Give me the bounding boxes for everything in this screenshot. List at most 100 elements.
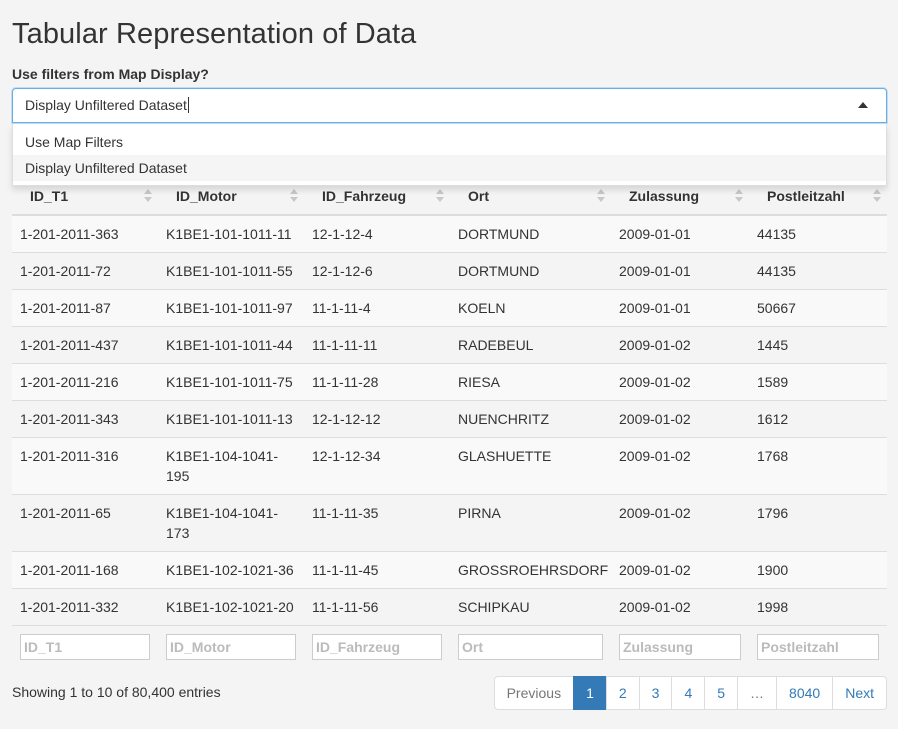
sort-icon xyxy=(735,189,743,203)
filter-input-id-fahrzeug[interactable] xyxy=(312,634,442,660)
filter-input-ort[interactable] xyxy=(458,634,603,660)
cell-zulassung: 2009-01-02 xyxy=(611,494,749,552)
cell-id-motor: K1BE1-101-1011-44 xyxy=(158,326,304,364)
cell-id-t1: 1-201-2011-332 xyxy=(12,588,158,626)
pagination-page-3[interactable]: 3 xyxy=(638,676,673,710)
table-row[interactable]: 1-201-2011-72 K1BE1-101-1011-55 12-1-12-… xyxy=(12,252,887,290)
page-title: Tabular Representation of Data xyxy=(12,18,417,50)
cell-ort: GROSSROEHRSDORF xyxy=(450,551,611,589)
table-row[interactable]: 1-201-2011-437 K1BE1-101-1011-44 11-1-11… xyxy=(12,326,887,364)
cell-id-t1: 1-201-2011-216 xyxy=(12,363,158,401)
sort-icon xyxy=(290,189,298,203)
cell-zulassung: 2009-01-02 xyxy=(611,437,749,495)
cell-zulassung: 2009-01-02 xyxy=(611,326,749,364)
table-row[interactable]: 1-201-2011-363 K1BE1-101-1011-11 12-1-12… xyxy=(12,214,887,253)
filter-cell xyxy=(304,625,450,668)
cell-ort: SCHIPKAU xyxy=(450,588,611,626)
pagination-next-button[interactable]: Next xyxy=(832,676,887,710)
cell-id-fahrzeug: 11-1-11-56 xyxy=(304,588,450,626)
cell-id-fahrzeug: 11-1-11-45 xyxy=(304,551,450,589)
cell-postleitzahl: 44135 xyxy=(749,214,887,253)
cell-id-fahrzeug: 12-1-12-6 xyxy=(304,252,450,290)
cell-ort: KOELN xyxy=(450,289,611,327)
cell-zulassung: 2009-01-02 xyxy=(611,363,749,401)
filter-input-zulassung[interactable] xyxy=(619,634,741,660)
cell-id-motor: K1BE1-104-1041-195 xyxy=(158,437,304,495)
filter-cell xyxy=(12,625,158,668)
filter-cell xyxy=(749,625,887,668)
table-row[interactable]: 1-201-2011-332 K1BE1-102-1021-20 11-1-11… xyxy=(12,588,887,626)
cell-ort: RIESA xyxy=(450,363,611,401)
caret-up-icon[interactable] xyxy=(858,102,868,108)
filter-input-postleitzahl[interactable] xyxy=(757,634,879,660)
cell-zulassung: 2009-01-02 xyxy=(611,551,749,589)
pagination-page-5[interactable]: 5 xyxy=(704,676,739,710)
cell-postleitzahl: 1998 xyxy=(749,588,887,626)
column-header-label: Postleitzahl xyxy=(767,188,845,204)
data-table: ID_T1 ID_Motor ID_Fahrzeug Ort Zulassung… xyxy=(12,178,887,668)
pagination-page-1[interactable]: 1 xyxy=(573,676,607,710)
cell-id-t1: 1-201-2011-316 xyxy=(12,437,158,495)
table-row[interactable]: 1-201-2011-87 K1BE1-101-1011-97 11-1-11-… xyxy=(12,289,887,327)
cell-ort: DORTMUND xyxy=(450,214,611,253)
pagination-page-4[interactable]: 4 xyxy=(671,676,706,710)
cell-id-motor: K1BE1-104-1041-173 xyxy=(158,494,304,552)
cell-id-motor: K1BE1-101-1011-13 xyxy=(158,400,304,438)
cell-id-fahrzeug: 12-1-12-4 xyxy=(304,214,450,253)
filter-select[interactable]: Display Unfiltered Dataset xyxy=(12,88,887,123)
sort-icon xyxy=(436,189,444,203)
cell-zulassung: 2009-01-01 xyxy=(611,252,749,290)
table-row[interactable]: 1-201-2011-343 K1BE1-101-1011-13 12-1-12… xyxy=(12,400,887,438)
column-filter-row xyxy=(12,625,887,668)
data-table-container: ID_T1 ID_Motor ID_Fahrzeug Ort Zulassung… xyxy=(12,178,887,668)
cell-id-fahrzeug: 12-1-12-34 xyxy=(304,437,450,495)
cell-zulassung: 2009-01-01 xyxy=(611,289,749,327)
table-row[interactable]: 1-201-2011-168 K1BE1-102-1021-36 11-1-11… xyxy=(12,551,887,589)
pagination-ellipsis: … xyxy=(737,676,778,710)
cell-postleitzahl: 1768 xyxy=(749,437,887,495)
cell-postleitzahl: 44135 xyxy=(749,252,887,290)
cell-id-fahrzeug: 11-1-11-28 xyxy=(304,363,450,401)
column-header-label: Zulassung xyxy=(629,188,700,204)
filter-input-id-motor[interactable] xyxy=(166,634,296,660)
filter-select-value: Display Unfiltered Dataset xyxy=(25,97,187,113)
cell-postleitzahl: 1589 xyxy=(749,363,887,401)
cell-id-t1: 1-201-2011-72 xyxy=(12,252,158,290)
column-header-label: ID_Fahrzeug xyxy=(322,188,407,204)
sort-icon xyxy=(597,189,605,203)
cell-zulassung: 2009-01-02 xyxy=(611,588,749,626)
pagination-page-2[interactable]: 2 xyxy=(605,676,640,710)
sort-icon xyxy=(144,189,152,203)
cell-id-motor: K1BE1-102-1021-20 xyxy=(158,588,304,626)
column-header-label: ID_Motor xyxy=(176,188,237,204)
cell-ort: RADEBEUL xyxy=(450,326,611,364)
cell-id-motor: K1BE1-101-1011-55 xyxy=(158,252,304,290)
dropdown-option-display-unfiltered[interactable]: Display Unfiltered Dataset xyxy=(13,155,886,181)
filter-input-id-t1[interactable] xyxy=(20,634,150,660)
column-header-label: Ort xyxy=(468,188,489,204)
table-row[interactable]: 1-201-2011-216 K1BE1-101-1011-75 11-1-11… xyxy=(12,363,887,401)
filter-cell xyxy=(158,625,304,668)
cell-postleitzahl: 1900 xyxy=(749,551,887,589)
cell-id-t1: 1-201-2011-437 xyxy=(12,326,158,364)
pagination-page-last[interactable]: 8040 xyxy=(776,676,834,710)
cell-zulassung: 2009-01-01 xyxy=(611,214,749,253)
cell-id-fahrzeug: 11-1-11-11 xyxy=(304,326,450,364)
table-row[interactable]: 1-201-2011-316 K1BE1-104-1041-195 12-1-1… xyxy=(12,437,887,495)
cell-id-fahrzeug: 12-1-12-12 xyxy=(304,400,450,438)
cell-id-t1: 1-201-2011-343 xyxy=(12,400,158,438)
column-header-label: ID_T1 xyxy=(30,188,69,204)
cell-id-t1: 1-201-2011-168 xyxy=(12,551,158,589)
dropdown-option-use-map-filters[interactable]: Use Map Filters xyxy=(13,129,886,155)
table-row[interactable]: 1-201-2011-65 K1BE1-104-1041-173 11-1-11… xyxy=(12,494,887,552)
cell-id-t1: 1-201-2011-363 xyxy=(12,214,158,253)
cell-id-fahrzeug: 11-1-11-35 xyxy=(304,494,450,552)
cell-id-motor: K1BE1-101-1011-97 xyxy=(158,289,304,327)
cell-postleitzahl: 1612 xyxy=(749,400,887,438)
cell-postleitzahl: 1445 xyxy=(749,326,887,364)
cell-id-motor: K1BE1-101-1011-75 xyxy=(158,363,304,401)
cell-id-t1: 1-201-2011-87 xyxy=(12,289,158,327)
cell-ort: DORTMUND xyxy=(450,252,611,290)
filter-select-label: Use filters from Map Display? xyxy=(12,66,209,82)
pagination-previous-button[interactable]: Previous xyxy=(493,676,575,710)
